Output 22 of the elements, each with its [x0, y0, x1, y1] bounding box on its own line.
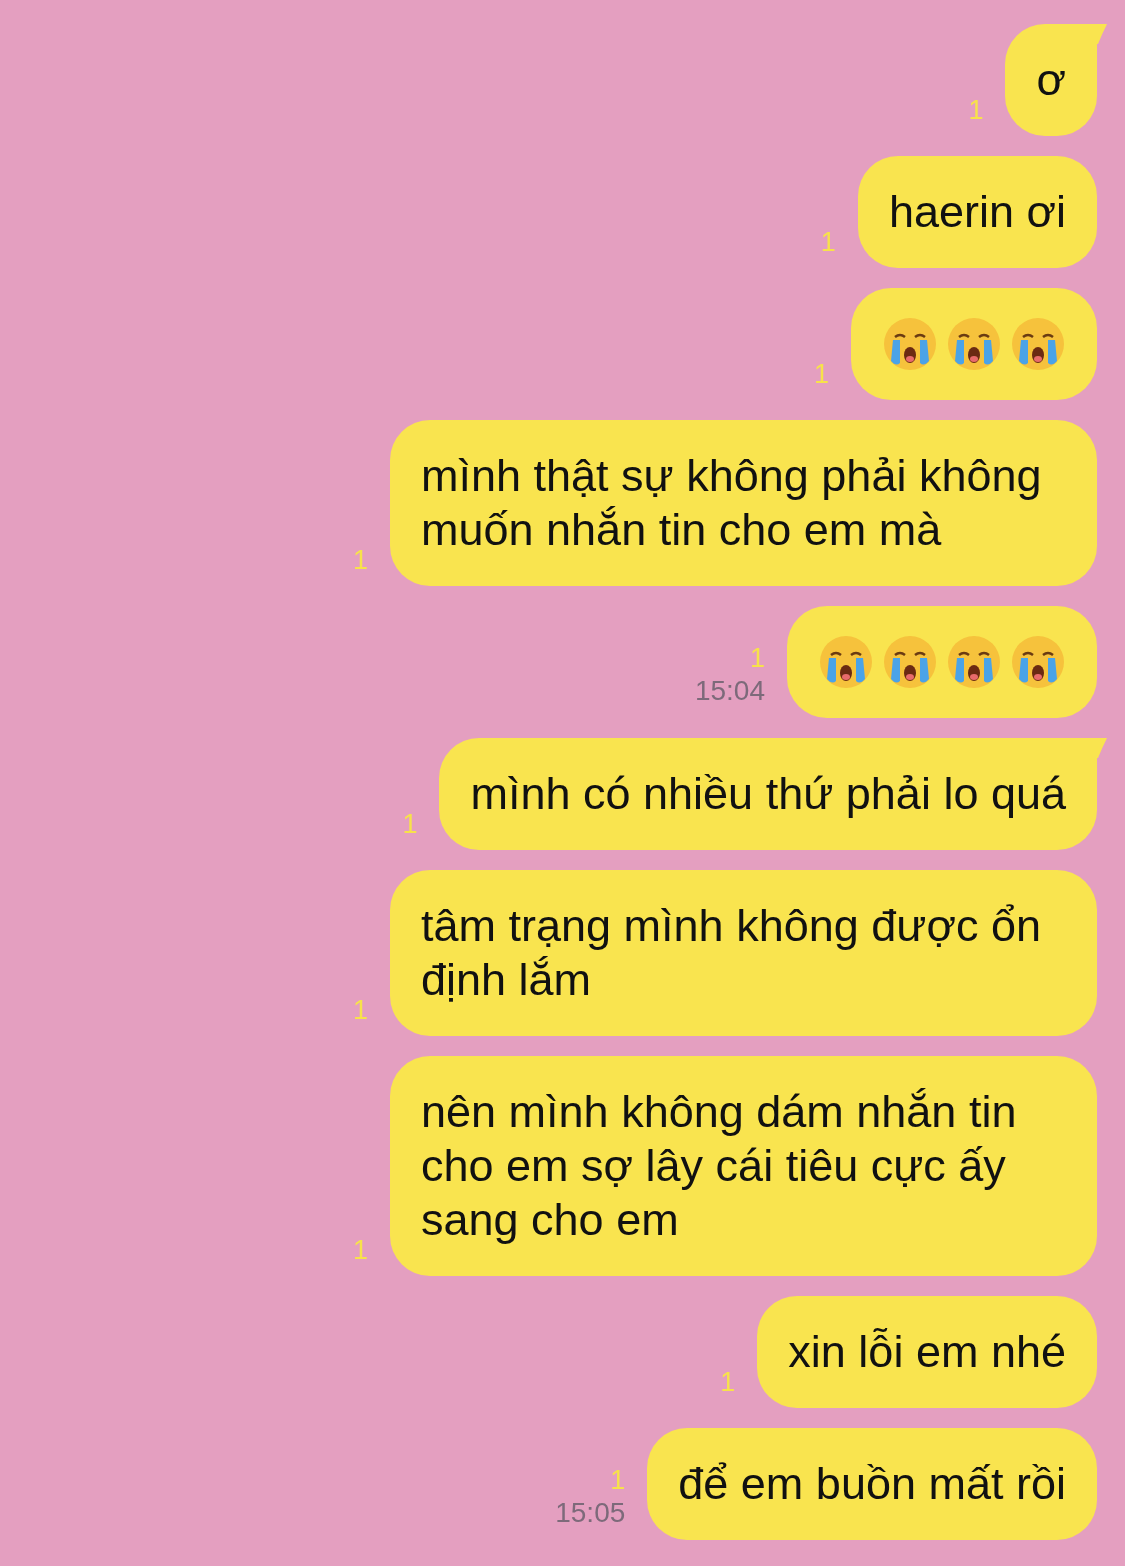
- unread-count: 1: [968, 94, 984, 126]
- message-bubble: để em buồn mất rồi: [647, 1428, 1097, 1540]
- message-time: 15:04: [694, 674, 765, 708]
- message-bubble: nên mình không dám nhắn tin cho em sợ lây cái tiêu cực ấy sang cho em: [390, 1056, 1097, 1276]
- bubble-tail: [1087, 24, 1107, 44]
- unread-count: 1: [813, 358, 829, 390]
- unread-count: 1: [352, 994, 368, 1026]
- unread-count: 1: [610, 1464, 626, 1496]
- unread-count: 1: [720, 1366, 736, 1398]
- message-bubble: tâm trạng mình không được ổn định lắm: [390, 870, 1097, 1036]
- message-bubble: ơ: [1005, 24, 1097, 136]
- unread-count: 1: [352, 1234, 368, 1266]
- message-bubble: mình thật sự không phải không muốn nhắn tin cho em mà: [390, 420, 1097, 586]
- unread-count: 1: [820, 226, 836, 258]
- message-time: 15:05: [555, 1496, 626, 1530]
- unread-count: 1: [749, 642, 765, 674]
- message-bubble: mình có nhiều thứ phải lo quá: [439, 738, 1097, 850]
- bubble-tail: [1087, 738, 1107, 758]
- message-bubble: haerin ơi: [857, 156, 1097, 268]
- unread-count: 1: [352, 544, 368, 576]
- message-bubble: xin lỗi em nhé: [757, 1296, 1097, 1408]
- unread-count: 1: [402, 808, 418, 840]
